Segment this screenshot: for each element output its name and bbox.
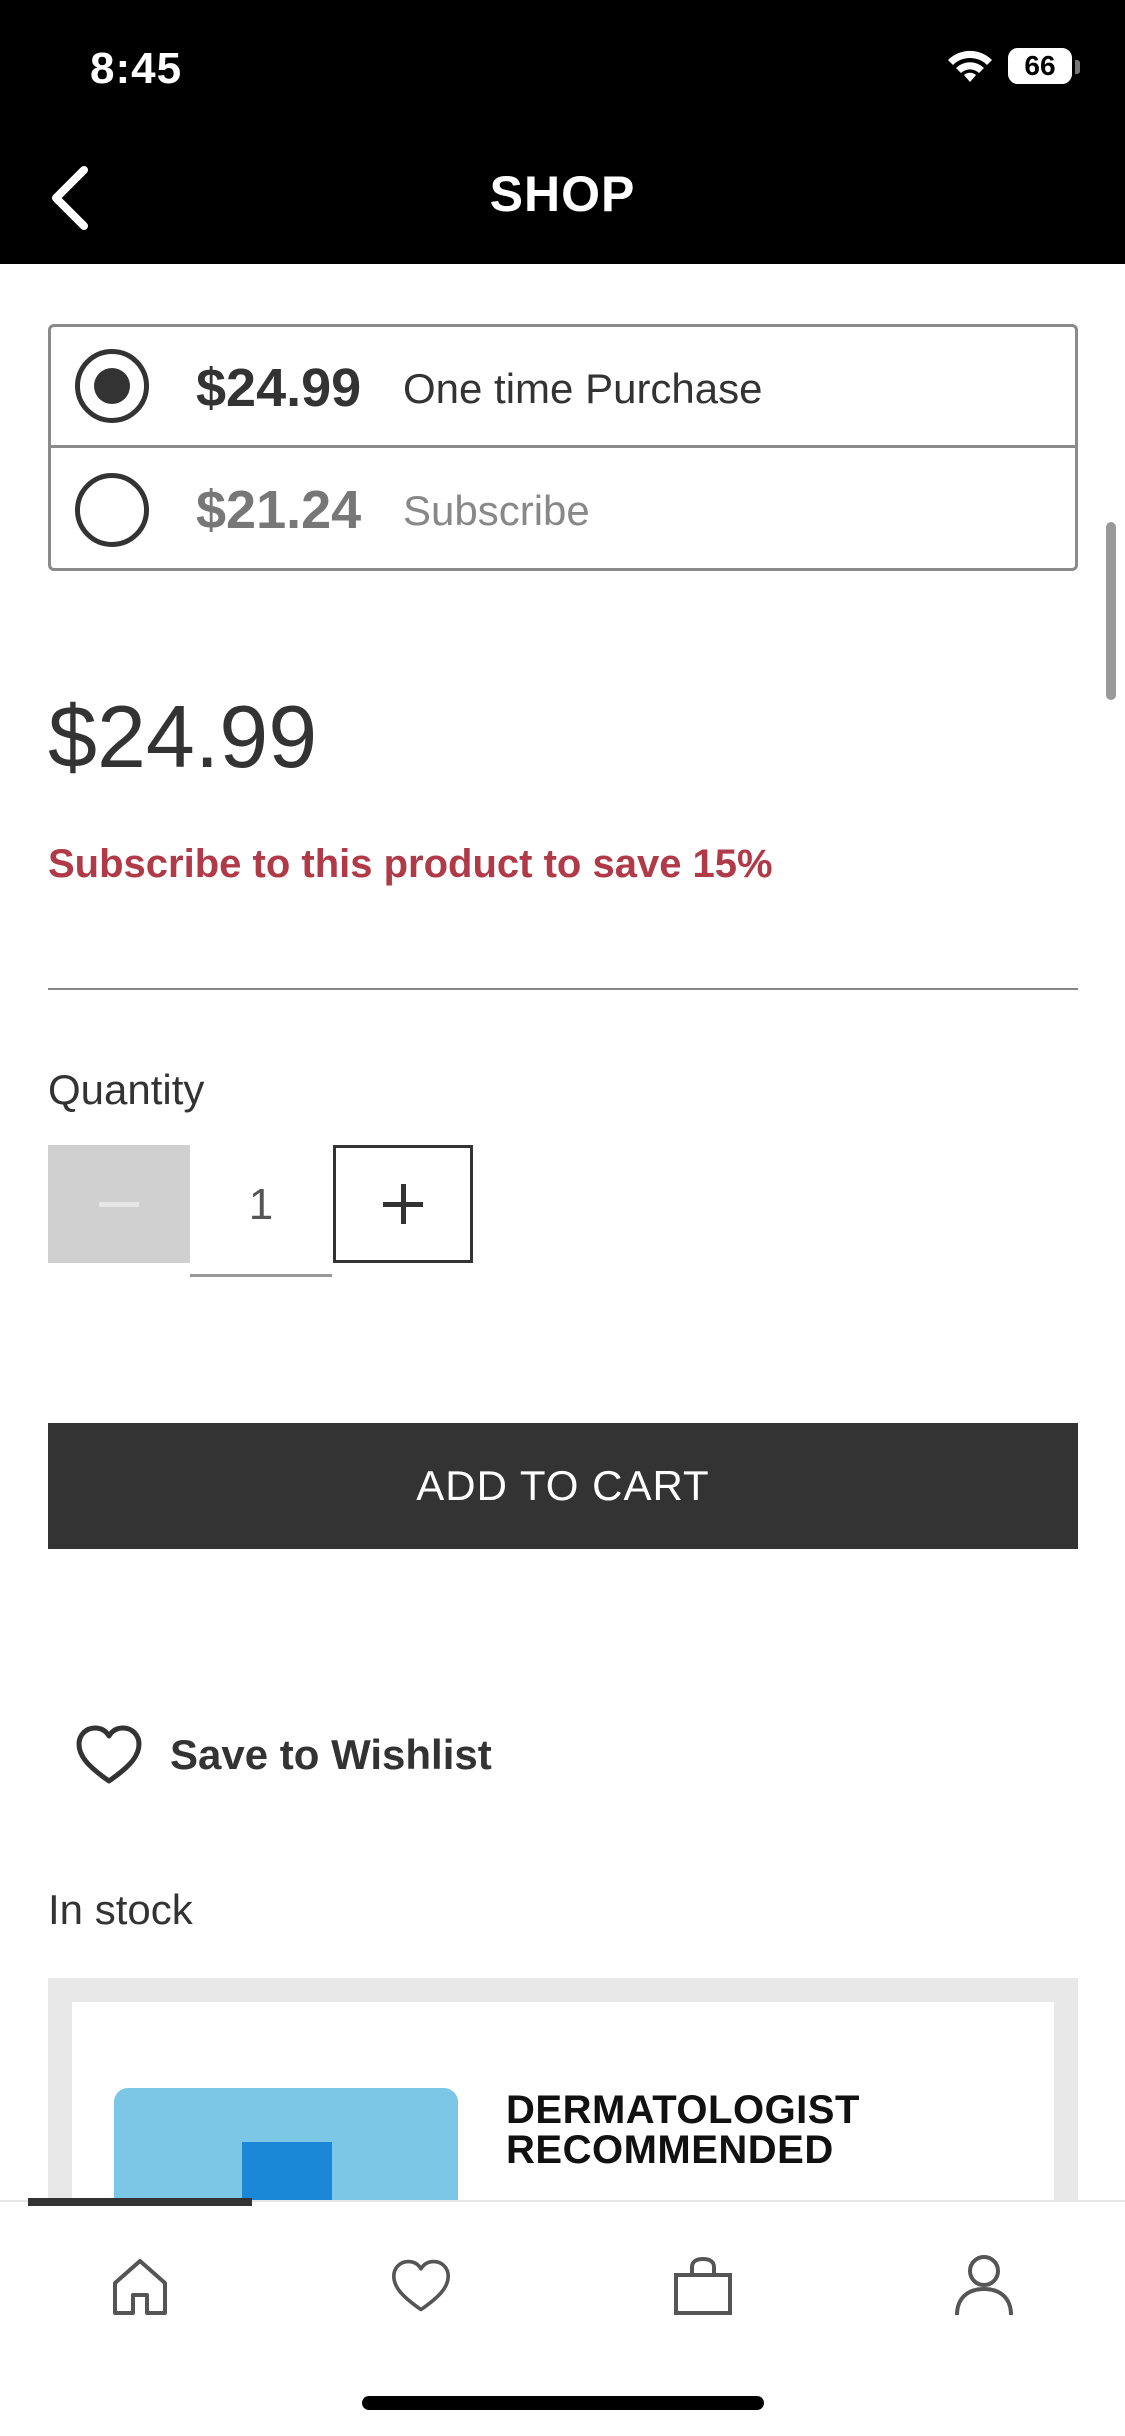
nav-account[interactable] bbox=[944, 2246, 1024, 2326]
option-one-time-purchase[interactable]: $24.99 One time Purchase bbox=[51, 327, 1075, 448]
quantity-label: Quantity bbox=[48, 1066, 205, 1113]
quantity-decrease-button[interactable] bbox=[48, 1145, 190, 1263]
minus-icon bbox=[99, 1201, 139, 1207]
radio-unselected[interactable] bbox=[75, 472, 149, 547]
stock-status: In stock bbox=[48, 1886, 193, 1933]
quantity-increase-button[interactable] bbox=[333, 1145, 473, 1263]
nav-wishlist[interactable] bbox=[381, 2246, 461, 2326]
divider bbox=[48, 988, 1078, 990]
battery-cap bbox=[1075, 60, 1080, 74]
product-image-frame: DERMATOLOGIST RECOMMENDED bbox=[48, 1978, 1078, 2200]
battery-icon: 66 bbox=[1008, 48, 1072, 84]
plus-icon bbox=[383, 1184, 423, 1224]
option-price: $24.99 bbox=[196, 358, 362, 418]
nav-cart[interactable] bbox=[663, 2246, 743, 2326]
subscribe-message: Subscribe to this product to save 15% bbox=[48, 842, 773, 886]
product-image[interactable]: DERMATOLOGIST RECOMMENDED bbox=[72, 2002, 1054, 2200]
top-bar: 8:45 66 SHOP bbox=[0, 0, 1125, 264]
option-subscribe[interactable]: $21.24 Subscribe bbox=[51, 449, 1075, 570]
scrollbar[interactable] bbox=[1106, 522, 1116, 700]
product-image-line2: RECOMMENDED bbox=[506, 2128, 834, 2172]
tube-label-graphic bbox=[242, 2142, 332, 2200]
option-label: One time Purchase bbox=[403, 365, 763, 412]
option-price: $21.24 bbox=[196, 480, 362, 540]
home-icon bbox=[113, 2259, 167, 2315]
home-indicator[interactable] bbox=[362, 2396, 764, 2410]
heart-icon bbox=[392, 2259, 450, 2312]
user-icon bbox=[955, 2255, 1013, 2316]
radio-selected[interactable] bbox=[75, 349, 149, 423]
nav-home[interactable] bbox=[100, 2246, 180, 2326]
option-label: Subscribe bbox=[403, 487, 590, 534]
product-tube-graphic bbox=[114, 2088, 458, 2200]
battery-level: 66 bbox=[1024, 50, 1056, 81]
save-to-wishlist-button[interactable]: Save to Wishlist bbox=[74, 1720, 492, 1790]
heart-icon bbox=[76, 1725, 142, 1784]
wishlist-label: Save to Wishlist bbox=[170, 1731, 492, 1778]
quantity-input[interactable]: 1 bbox=[190, 1145, 332, 1277]
purchase-options: $24.99 One time Purchase $21.24 Subscrib… bbox=[48, 324, 1078, 571]
add-to-cart-button[interactable]: ADD TO CART bbox=[48, 1423, 1078, 1549]
product-image-line1: DERMATOLOGIST bbox=[506, 2088, 860, 2132]
page-title: SHOP bbox=[489, 166, 636, 222]
active-tab-indicator bbox=[28, 2198, 252, 2206]
bag-icon bbox=[674, 2256, 732, 2315]
wifi-icon bbox=[948, 50, 992, 82]
status-time: 8:45 bbox=[90, 44, 183, 93]
product-image-text: DERMATOLOGIST RECOMMENDED bbox=[506, 2090, 860, 2170]
product-price: $24.99 bbox=[48, 687, 318, 786]
